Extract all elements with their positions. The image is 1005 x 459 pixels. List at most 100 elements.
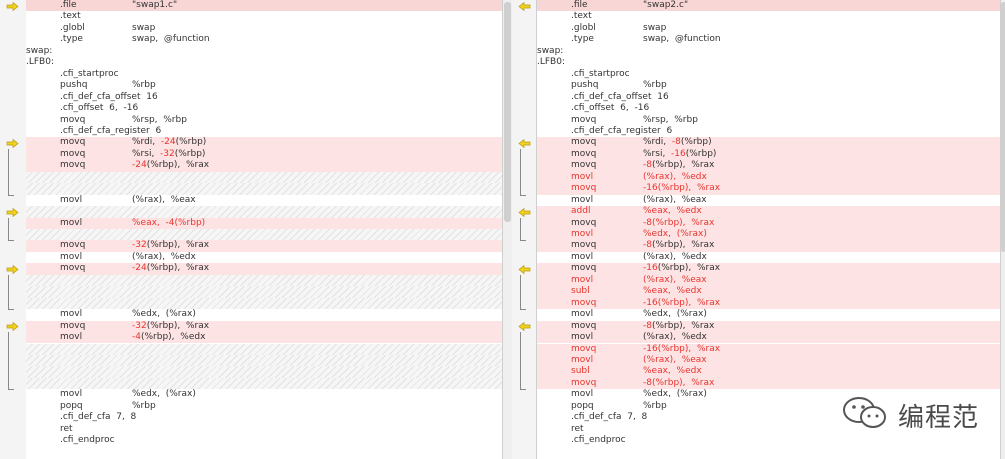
left-gutter [0, 0, 27, 459]
code-line: movq %rsi, -16(%rbp) [537, 148, 1000, 161]
right-code-pane[interactable]: .file "swap2.c" .text .globl swap .type swap, … [537, 0, 1000, 459]
code-mnemonic: movq [60, 114, 86, 125]
right-scrollbar-thumb[interactable] [1001, 2, 1005, 252]
code-line: movl -4(%rbp), %edx [26, 332, 502, 344]
code-operands: -32(%rbp), %rax [132, 321, 209, 332]
code-operands: %rdi, -24(%rbp) [132, 137, 206, 148]
code-mnemonic: .file [60, 0, 77, 10]
copy-right-arrow-icon[interactable] [6, 138, 19, 148]
code-mnemonic: ret [571, 423, 584, 434]
copy-left-arrow-icon[interactable] [518, 138, 531, 148]
left-code-pane[interactable]: .file "swap1.c" .text .globl swap .type swap, … [26, 0, 502, 459]
code-mnemonic: movq [60, 263, 86, 274]
code-operands: (%rax), %eax [132, 194, 196, 205]
code-line: movq -16(%rbp), %rax [537, 263, 1000, 275]
code-mnemonic: movq [571, 343, 597, 354]
changed-operand: -16 [671, 148, 686, 159]
code-operands: -24(%rbp), %rax [132, 263, 209, 274]
code-operands: swap, @function [643, 34, 721, 45]
code-mnemonic: movl [571, 309, 594, 320]
filler-row [26, 229, 502, 241]
operand-part: (%rbp), %edx [140, 332, 206, 343]
code-operands: %rbp [132, 400, 156, 411]
code-mnemonic: movq [571, 160, 597, 171]
code-line: .file "swap1.c" [26, 0, 502, 12]
operand-part: (%rbp), %rax [146, 263, 210, 274]
code-mnemonic: movq [571, 240, 597, 251]
code-mnemonic: .file [571, 0, 588, 10]
changed-operand: %eax, -4(%rbp) [132, 217, 206, 228]
filler-row [26, 297, 502, 310]
copy-left-arrow-icon[interactable] [518, 322, 531, 332]
copy-right-arrow-icon[interactable] [6, 1, 19, 11]
code-mnemonic: .cfi_startproc [60, 68, 119, 79]
code-mnemonic: addl [571, 206, 591, 217]
copy-left-arrow-icon[interactable] [518, 1, 531, 11]
code-mnemonic: .cfi_offset 6, -16 [60, 103, 139, 114]
code-operands: %eax, %edx [643, 286, 702, 297]
code-operands: -16(%rbp), %rax [643, 344, 720, 355]
right-scrollbar[interactable] [1000, 0, 1005, 459]
code-mnemonic: pushq [571, 80, 599, 91]
code-line: .cfi_offset 6, -16 [26, 103, 502, 114]
left-scrollbar-thumb[interactable] [504, 2, 511, 222]
code-line: .cfi_def_cfa_register 6 [537, 126, 1000, 137]
code-mnemonic: .cfi_def_cfa_register 6 [571, 125, 673, 136]
code-operands: %rsi, -16(%rbp) [643, 149, 716, 160]
code-mnemonic: movq [571, 137, 597, 148]
code-mnemonic: .type [571, 34, 594, 45]
code-operands: (%rax), %edx [643, 172, 707, 183]
code-line: popq %rbp [26, 401, 502, 412]
code-operands: %eax, %edx [643, 366, 702, 377]
operand-part: (%rbp) [174, 148, 206, 159]
changed-operand: -24 [132, 263, 147, 274]
code-operands: %edx, (%rax) [643, 309, 707, 320]
code-operands: -32(%rbp), %rax [132, 240, 209, 251]
code-line: .cfi_offset 6, -16 [537, 103, 1000, 114]
code-mnemonic: movq [571, 377, 597, 388]
copy-left-arrow-icon[interactable] [518, 264, 531, 274]
code-mnemonic: .LFB0: [537, 57, 565, 68]
changed-operand: -8 [643, 240, 652, 251]
code-line: movq -24(%rbp), %rax [26, 160, 502, 172]
code-operands: -16(%rbp), %rax [643, 298, 720, 309]
code-operands: %rbp [132, 80, 156, 91]
code-mnemonic: .cfi_endproc [60, 435, 115, 446]
code-mnemonic: movl [60, 389, 83, 400]
change-block-bracket [520, 148, 526, 196]
code-line: .cfi_startproc [26, 69, 502, 80]
change-block-bracket [520, 217, 526, 242]
changed-operand: -16(%rbp), %rax [643, 297, 721, 308]
code-mnemonic: .text [571, 11, 592, 22]
code-mnemonic: subl [571, 366, 590, 377]
code-mnemonic: movq [571, 148, 597, 159]
filler-row [26, 354, 502, 367]
code-mnemonic: movq [571, 183, 597, 194]
code-operands: swap [643, 22, 667, 33]
copy-left-arrow-icon[interactable] [518, 207, 531, 217]
changed-operand: %eax, %edx [643, 286, 702, 297]
code-line: .LFB0: [26, 57, 502, 68]
code-operands: %edx, (%rax) [643, 389, 707, 400]
copy-right-arrow-icon[interactable] [6, 322, 19, 332]
code-mnemonic: movl [60, 217, 83, 228]
code-line: swap: [26, 46, 502, 57]
code-line: movq -8(%rbp), %rax [537, 240, 1000, 252]
changed-operand: -24 [132, 160, 147, 171]
code-mnemonic: .cfi_def_cfa_register 6 [60, 125, 162, 136]
code-mnemonic: .cfi_def_cfa 7, 8 [60, 412, 137, 423]
operand-part: %rsi, [132, 148, 161, 159]
copy-right-arrow-icon[interactable] [6, 207, 19, 217]
code-line: .text [537, 11, 1000, 22]
code-operands: -8(%rbp), %rax [643, 321, 714, 332]
code-line: swap: [537, 46, 1000, 57]
copy-right-arrow-icon[interactable] [6, 264, 19, 274]
filler-row [26, 286, 502, 298]
operand-part: (%rbp), %rax [651, 160, 715, 171]
code-mnemonic: movl [60, 309, 83, 320]
code-line: .cfi_startproc [537, 69, 1000, 80]
code-line: .cfi_endproc [26, 435, 502, 446]
watermark: 编程范 [840, 395, 1000, 435]
code-mnemonic: .globl [571, 22, 596, 33]
code-line: movl (%rax), %eax [537, 195, 1000, 206]
